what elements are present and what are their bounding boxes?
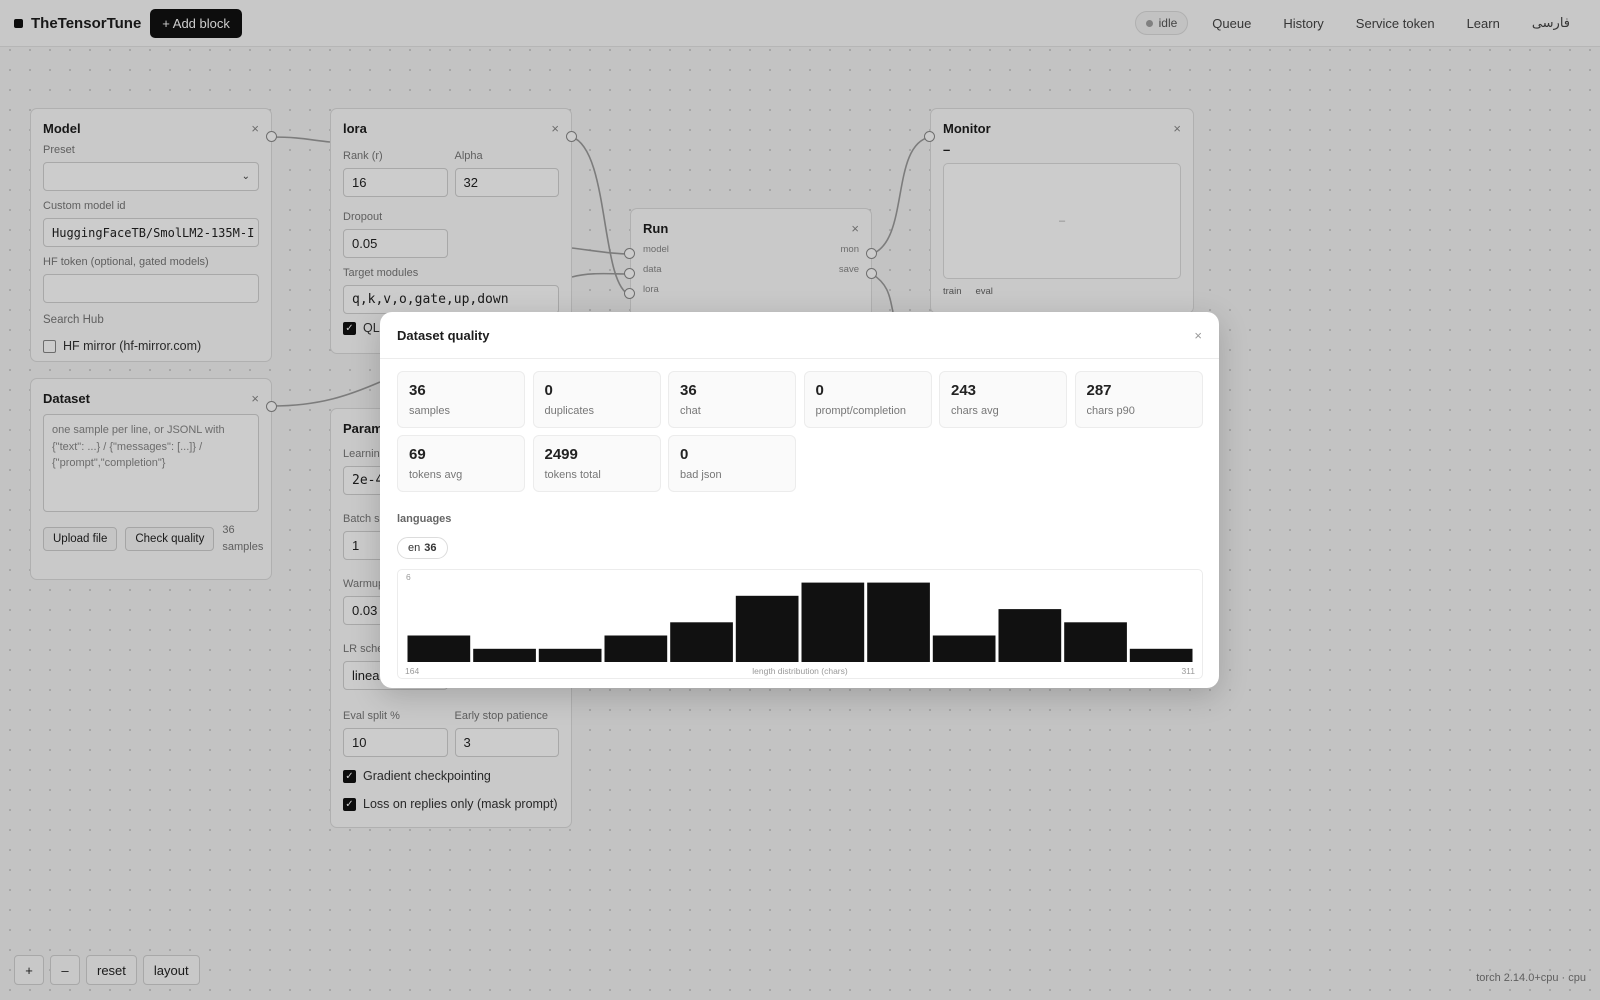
stats-grid: 36 samples 0 duplicates 36 chat 0 prompt/com…	[397, 371, 1203, 492]
stat-card: 0 bad json	[668, 435, 796, 492]
stat-label: duplicates	[544, 405, 595, 417]
stat-card: 2499 tokens total	[532, 435, 661, 492]
histogram-x-label: length distribution (chars)	[752, 666, 848, 676]
stat-card: 36 samples	[397, 371, 525, 428]
histogram-bar	[1064, 622, 1127, 662]
stat-label: chat	[680, 405, 701, 417]
stat-card: 36 chat	[668, 371, 796, 428]
stat-value: 36	[680, 382, 697, 399]
histogram-svg: 6 164 length distribution (chars) 311	[405, 572, 1195, 676]
histogram-y-max-label: 6	[406, 572, 411, 582]
stat-value: 69	[409, 446, 426, 463]
histogram-bar	[407, 635, 471, 662]
stat-label: tokens avg	[409, 469, 463, 481]
stat-label: chars avg	[951, 405, 999, 417]
stat-label: bad json	[680, 469, 722, 481]
stat-value: 287	[1086, 382, 1112, 399]
histogram-bar	[473, 648, 536, 662]
stat-label: samples	[409, 405, 450, 417]
stat-label: chars p90	[1086, 405, 1135, 417]
language-chip: en 36	[397, 537, 448, 559]
histogram-bar	[998, 609, 1062, 662]
stat-value: 0	[815, 382, 824, 399]
histogram-bar	[932, 635, 996, 662]
histogram-x-min-label: 164	[405, 666, 419, 676]
stat-value: 36	[409, 382, 426, 399]
dataset-quality-dialog: Dataset quality × 36 samples 0 duplicates …	[380, 312, 1219, 688]
stat-value: 243	[951, 382, 977, 399]
stat-card: 243 chars avg	[939, 371, 1067, 428]
language-code: en	[408, 542, 421, 554]
histogram-bar	[604, 635, 668, 662]
histogram-bar	[538, 648, 602, 662]
histogram-bar	[735, 595, 799, 662]
histogram-bar	[670, 622, 733, 662]
stat-value: 0	[544, 382, 553, 399]
dialog-title: Dataset quality	[397, 327, 490, 343]
stat-card: 0 prompt/completion	[803, 371, 932, 428]
languages-label: languages	[397, 513, 452, 525]
stat-card: 69 tokens avg	[397, 435, 525, 492]
histogram-bar	[867, 582, 930, 662]
stat-label: tokens total	[544, 469, 601, 481]
histogram-x-max-label: 311	[1181, 666, 1195, 676]
close-icon[interactable]: ×	[1194, 328, 1202, 343]
dialog-header: Dataset quality ×	[380, 312, 1219, 359]
stat-label: prompt/completion	[815, 405, 907, 417]
language-count: 36	[424, 542, 437, 554]
length-histogram: 6 164 length distribution (chars) 311	[397, 569, 1203, 679]
stat-value: 2499	[544, 446, 578, 463]
histogram-bar	[1129, 648, 1193, 662]
stat-value: 0	[680, 446, 689, 463]
histogram-bar	[801, 582, 865, 662]
stat-card: 0 duplicates	[532, 371, 661, 428]
stat-card: 287 chars p90	[1074, 371, 1203, 428]
